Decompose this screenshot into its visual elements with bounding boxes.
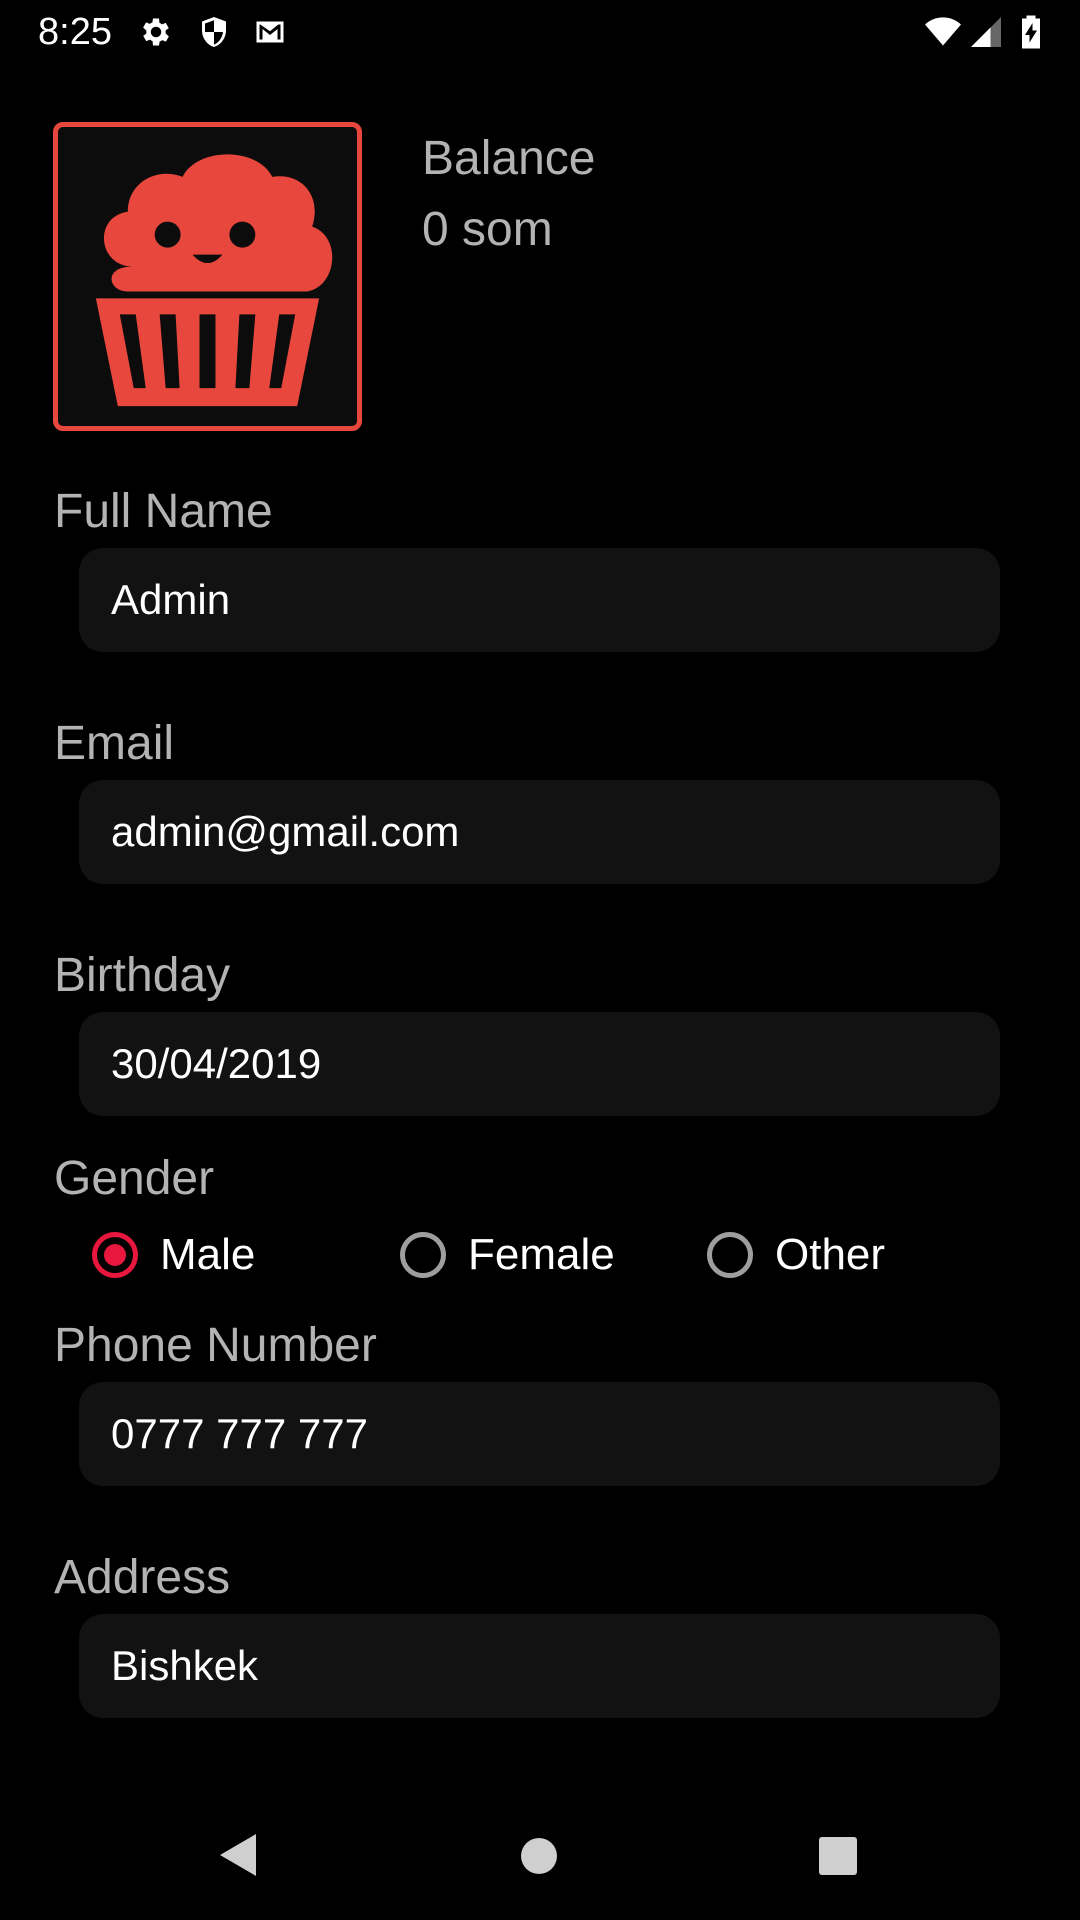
- email-label: Email: [54, 717, 175, 770]
- balance-label: Balance: [422, 132, 596, 185]
- full-name-label: Full Name: [54, 485, 273, 538]
- gender-label: Gender: [54, 1152, 215, 1205]
- gear-icon: [138, 14, 174, 50]
- address-input[interactable]: [111, 1642, 1000, 1690]
- back-icon[interactable]: [216, 1830, 260, 1880]
- radio-button[interactable]: [707, 1232, 753, 1278]
- gender-option-label: Other: [775, 1230, 886, 1279]
- wifi-icon: [922, 14, 964, 50]
- gender-option-other[interactable]: Other: [707, 1225, 885, 1285]
- home-icon[interactable]: [520, 1837, 558, 1875]
- email-field[interactable]: [79, 780, 1000, 884]
- birthday-label: Birthday: [54, 949, 231, 1002]
- avatar[interactable]: [53, 122, 362, 431]
- shield-icon: [196, 14, 232, 50]
- cell-signal-icon: [968, 14, 1004, 50]
- status-time: 8:25: [38, 11, 112, 53]
- phone-input[interactable]: [111, 1410, 1000, 1458]
- gmail-icon: [252, 14, 288, 50]
- address-label: Address: [54, 1551, 231, 1604]
- birthday-field[interactable]: [79, 1012, 1000, 1116]
- balance-value: 0 som: [422, 203, 553, 256]
- gender-option-female[interactable]: Female: [400, 1225, 615, 1285]
- email-input[interactable]: [111, 808, 1000, 856]
- gender-option-male[interactable]: Male: [92, 1225, 255, 1285]
- radio-button-checked[interactable]: [92, 1232, 138, 1278]
- full-name-field[interactable]: [79, 548, 1000, 652]
- battery-charging-icon: [1016, 14, 1046, 50]
- birthday-input[interactable]: [111, 1040, 1000, 1088]
- recents-icon[interactable]: [818, 1836, 858, 1876]
- phone-label: Phone Number: [54, 1319, 377, 1372]
- gender-option-label: Male: [160, 1230, 256, 1279]
- radio-button[interactable]: [400, 1232, 446, 1278]
- gender-radio-group: Male Female Other: [92, 1225, 992, 1285]
- gender-option-label: Female: [468, 1230, 615, 1279]
- cupcake-logo: [95, 154, 333, 407]
- address-field[interactable]: [79, 1614, 1000, 1718]
- phone-field[interactable]: [79, 1382, 1000, 1486]
- full-name-input[interactable]: [111, 576, 1000, 624]
